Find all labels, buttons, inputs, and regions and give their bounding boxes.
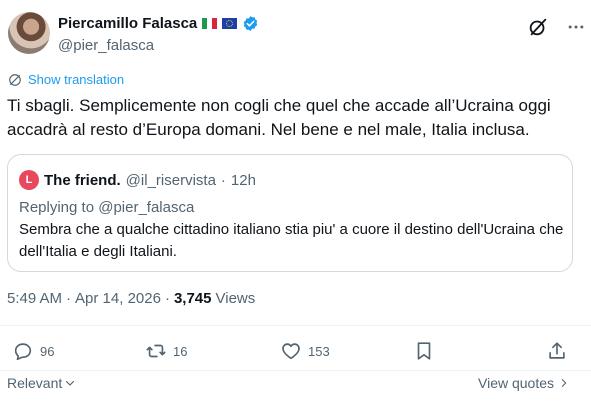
reply-count: 96: [40, 343, 55, 359]
quote-separator: ·: [220, 171, 226, 189]
like-button[interactable]: 153: [280, 340, 330, 362]
show-translation-label: Show translation: [28, 72, 125, 87]
quote-reply-prefix: Replying to: [19, 199, 95, 216]
meta-separator: ·: [66, 290, 72, 307]
tweet-time[interactable]: 5:49 AM: [7, 290, 62, 307]
views-count: 3,745: [173, 290, 212, 307]
show-translation-link[interactable]: Show translation: [8, 72, 124, 87]
share-upload-icon: [549, 342, 565, 359]
author-avatar[interactable]: [8, 12, 50, 54]
divider: [0, 325, 591, 326]
author-name-row: Piercamillo Falasca: [58, 15, 259, 32]
italy-flag-icon: [202, 18, 218, 29]
verified-badge-icon: [244, 16, 258, 31]
grok-slash-circle-icon[interactable]: [527, 16, 549, 38]
meta-separator: ·: [164, 290, 170, 307]
heart-icon: [282, 343, 300, 360]
divider: [0, 370, 591, 371]
quote-header: L The friend. @il_riservista · 12h: [19, 170, 256, 190]
quote-timestamp[interactable]: 12h: [231, 172, 256, 189]
author-name[interactable]: Piercamillo Falasca: [58, 15, 197, 32]
quote-avatar[interactable]: L: [19, 170, 39, 190]
chevron-right-icon: [561, 379, 567, 387]
quote-author-name[interactable]: The friend.: [44, 172, 121, 189]
quote-replying-to: Replying to @pier_falasca: [19, 199, 194, 216]
quoted-tweet[interactable]: L The friend. @il_riservista · 12h Reply…: [7, 154, 573, 272]
quote-text: Sembra che a qualche cittadino italiano …: [19, 221, 564, 260]
tweet-header: Piercamillo Falasca @pier_falasca: [0, 0, 591, 70]
sort-relevant-dropdown[interactable]: Relevant: [7, 375, 76, 391]
repost-button[interactable]: 16: [145, 340, 187, 362]
more-dots-icon[interactable]: [565, 17, 587, 37]
repost-count: 16: [173, 343, 188, 359]
eu-flag-icon: [222, 18, 238, 29]
action-bar: 96 16 153: [0, 336, 591, 366]
tweet-text: Ti sbagli. Semplicemente non cogli che q…: [7, 96, 551, 139]
quote-reply-handle[interactable]: @pier_falasca: [98, 199, 194, 216]
view-quotes-label: View quotes: [478, 375, 555, 391]
sort-label: Relevant: [7, 375, 63, 391]
like-count: 153: [308, 343, 330, 359]
quote-author-handle[interactable]: @il_riservista: [126, 172, 216, 189]
tweet-date[interactable]: Apr 14, 2026: [75, 290, 161, 307]
tweet-meta: 5:49 AM · Apr 14, 2026 · 3,745 Views: [7, 290, 255, 307]
bookmark-button[interactable]: [413, 340, 435, 362]
bookmark-icon: [417, 342, 431, 360]
views-label: Views: [215, 290, 256, 307]
view-quotes-link[interactable]: View quotes: [478, 375, 569, 391]
reply-bubble-icon: [14, 343, 32, 361]
share-button[interactable]: [546, 340, 568, 362]
chevron-down-icon: [66, 380, 75, 386]
repost-arrows-icon: [146, 344, 166, 358]
globe-translate-icon: [9, 73, 21, 86]
author-handle[interactable]: @pier_falasca: [58, 37, 154, 54]
reply-button[interactable]: 96: [12, 340, 54, 362]
